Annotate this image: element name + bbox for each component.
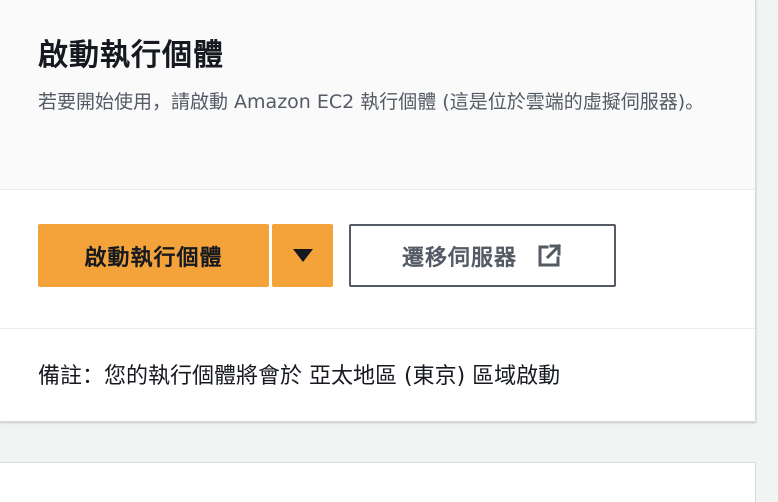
launch-options-dropdown-button[interactable] [272,224,333,287]
region-note: 備註：您的執行個體將會於 亞太地區 (東京) 區域啟動 [38,364,561,389]
launch-instance-button[interactable]: 啟動執行個體 [38,224,269,287]
migrate-server-label: 遷移伺服器 [401,245,517,271]
card-title: 啟動執行個體 [38,38,224,73]
card-description: 若要開始使用，請啟動 Amazon EC2 執行個體 (這是位於雲端的虛擬伺服器… [38,91,705,113]
external-link-icon [535,242,563,270]
card-header: 啟動執行個體 若要開始使用，請啟動 Amazon EC2 執行個體 (這是位於雲… [0,0,755,190]
migrate-server-button[interactable]: 遷移伺服器 [349,224,616,287]
launch-instance-card: 啟動執行個體 若要開始使用，請啟動 Amazon EC2 執行個體 (這是位於雲… [0,0,756,422]
caret-down-icon [292,249,313,262]
card-actions: 啟動執行個體 遷移伺服器 [0,190,755,329]
next-card [0,462,756,502]
